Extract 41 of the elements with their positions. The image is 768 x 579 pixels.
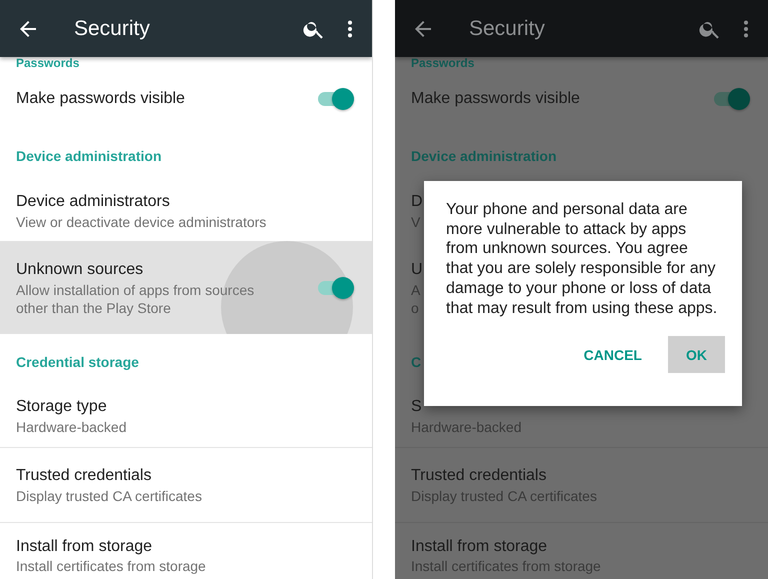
settings-item[interactable]: Make passwords visible bbox=[395, 70, 768, 127]
ok-button[interactable]: OK bbox=[668, 336, 725, 374]
item-title: Storage type bbox=[16, 396, 107, 416]
screen-title: Security bbox=[74, 16, 151, 40]
screen-title: Security bbox=[469, 16, 546, 40]
item-title: Make passwords visible bbox=[16, 88, 185, 108]
section-header: Credential storage bbox=[16, 354, 139, 370]
item-title: Make passwords visible bbox=[411, 88, 580, 108]
dialog-message: Your phone and personal data are more vulnerable to attack by apps from unknown sources. You agree that you are solely responsible for any damage to your phone or loss of data that may result from using these apps. bbox=[446, 200, 718, 318]
item-title: U bbox=[411, 260, 423, 280]
item-title: Install from storage bbox=[16, 537, 152, 557]
item-summary: other than the Play Store bbox=[16, 298, 171, 316]
item-title: Trusted credentials bbox=[16, 466, 152, 486]
item-summary: Allow installation of apps from sources bbox=[16, 280, 254, 298]
item-summary: Install certificates from storage bbox=[16, 558, 206, 575]
item-title: D bbox=[411, 192, 423, 212]
more-icon[interactable] bbox=[742, 18, 750, 40]
item-title: S bbox=[411, 396, 422, 416]
section-header: Device administration bbox=[16, 148, 162, 164]
toggle-switch[interactable] bbox=[318, 276, 354, 300]
section-header: Device administration bbox=[411, 148, 556, 164]
item-summary: View or deactivate device administrators bbox=[16, 213, 266, 231]
item-title: Trusted credentials bbox=[411, 466, 546, 486]
section-header: Passwords bbox=[411, 57, 474, 70]
settings-item[interactable]: Storage type Hardware-backed bbox=[0, 384, 372, 448]
settings-item[interactable]: Trusted credentials Display trusted CA certificates bbox=[0, 448, 372, 523]
item-title: Unknown sources bbox=[16, 260, 144, 280]
item-summary: Display trusted CA certificates bbox=[16, 487, 202, 505]
settings-item[interactable]: Install from storage Install certificates from storage bbox=[0, 523, 372, 579]
toggle-switch[interactable] bbox=[714, 86, 750, 110]
item-title: Install from storage bbox=[411, 537, 548, 557]
toggle-switch[interactable] bbox=[318, 86, 354, 110]
more-icon[interactable] bbox=[346, 18, 354, 40]
item-title: Device administrators bbox=[16, 192, 170, 212]
cancel-button[interactable]: CANCEL bbox=[570, 336, 656, 374]
settings-item[interactable]: Unknown sources Allow installation of apps from sources other than the Play Store bbox=[0, 241, 372, 334]
item-summary: Hardware-backed bbox=[16, 418, 126, 436]
settings-item[interactable]: Make passwords visible bbox=[0, 70, 372, 127]
settings-item[interactable]: Device administrators View or deactivate device administrators bbox=[0, 181, 372, 241]
section-header: Passwords bbox=[16, 57, 80, 70]
section-header: C bbox=[411, 354, 422, 370]
